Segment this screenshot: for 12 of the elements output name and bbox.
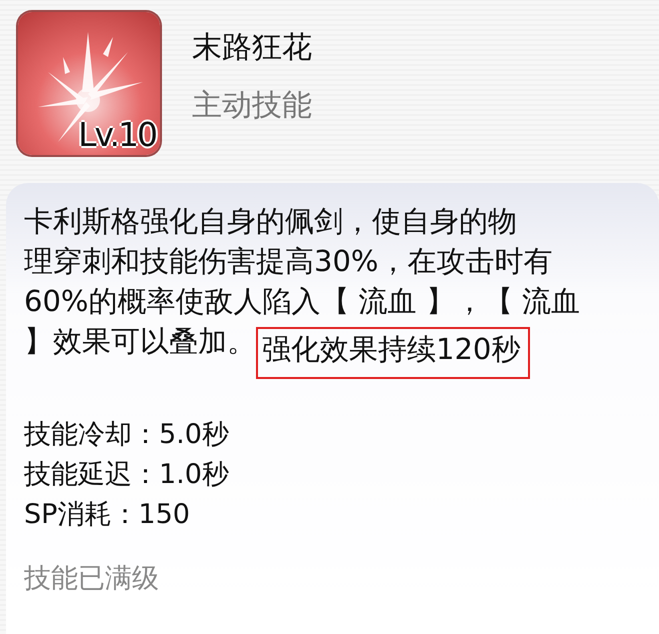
description-line: 卡利斯格强化自身的佩剑，使自身的物 <box>24 203 517 240</box>
skill-name: 末路狂花 <box>192 30 312 66</box>
level-label: Lv.10 <box>78 118 156 151</box>
stat-line: 技能延迟：1.0秒 <box>24 458 229 492</box>
description-line: 】效果可以叠加。 <box>24 323 256 360</box>
description-line: 理穿刺和技能伤害提高30%，在攻击时有 <box>24 243 552 280</box>
description-line: 60%的概率使敌人陷入【 流血 】，【 流血 <box>24 283 580 320</box>
highlighted-text: 强化效果持续120秒 <box>256 327 530 379</box>
stat-line: SP消耗：150 <box>24 498 190 532</box>
max-level-note: 技能已满级 <box>24 562 159 596</box>
stat-line: 技能冷却：5.0秒 <box>24 418 229 452</box>
skill-type: 主动技能 <box>192 88 312 124</box>
